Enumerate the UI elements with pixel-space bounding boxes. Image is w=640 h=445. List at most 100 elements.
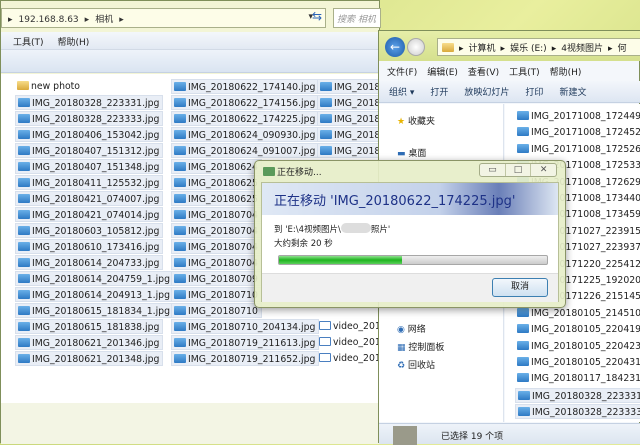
file-item[interactable]: IMG_20180624_091007.jpg — [171, 143, 320, 158]
file-item[interactable]: IMG_20180704 — [171, 207, 262, 222]
file-item[interactable]: IMG_2018 — [317, 127, 379, 142]
file-item[interactable]: IMG_20180615_181838.jpg — [15, 319, 164, 334]
file-item[interactable]: IMG_20180603_105812.jpg — [15, 223, 164, 238]
refresh-icon[interactable]: ⇆ — [308, 9, 326, 27]
menu-bar: 文件(F) 编辑(E) 查看(V) 工具(T) 帮助(H) — [379, 63, 640, 79]
file-name: IMG_2018 — [334, 82, 379, 93]
file-item[interactable]: IMG_20180621_201348.jpg — [15, 351, 164, 366]
file-item[interactable]: IMG_20180421_074014.jpg — [15, 207, 164, 222]
breadcrumb-subfolder[interactable]: 何 — [617, 44, 626, 54]
file-item[interactable]: IMG_20180622_174225.jpg — [171, 111, 320, 126]
file-item[interactable]: IMG_20180105_220431.jpg — [515, 355, 640, 370]
file-item[interactable]: IMG_20180710_204134.jpg — [171, 319, 320, 334]
close-button[interactable]: ✕ — [531, 164, 556, 176]
search-input[interactable]: 搜索 相机 — [333, 8, 381, 28]
sidebar-item[interactable]: ♻ 回收站 — [397, 358, 435, 371]
file-item[interactable]: IMG_20171008_172452.jpg — [515, 125, 640, 140]
menu-item[interactable]: 编辑(E) — [427, 68, 458, 78]
star-icon: ★ — [397, 117, 408, 127]
file-item[interactable]: IMG_20180719_211652.jpg — [171, 351, 320, 366]
file-item[interactable]: IMG_20180614_204913_1.jpg — [15, 287, 174, 302]
file-name: IMG_20180621_201346.jpg — [32, 338, 160, 349]
file-item[interactable]: new photo — [15, 79, 83, 94]
file-item[interactable]: IMG_20180625 — [171, 191, 262, 206]
file-item[interactable]: IMG_20180328_223333.jpg — [515, 404, 640, 420]
jpg-file-icon — [18, 162, 30, 171]
sidebar-item[interactable]: ▦ 控制面板 — [397, 340, 444, 353]
menu-item[interactable]: 查看(V) — [468, 68, 499, 78]
destination-prefix: 到 'E:\4视频图片\ — [274, 225, 341, 235]
file-item[interactable]: IMG_20180328_223331.jpg — [15, 95, 164, 110]
file-item[interactable]: IMG_2018 — [317, 79, 379, 94]
sidebar-item[interactable]: ★ 收藏夹 — [397, 114, 435, 127]
toolbar-button[interactable]: 组织 ▾ — [389, 88, 414, 98]
file-item[interactable]: IMG_20180117_184231_B — [515, 371, 640, 386]
toolbar-button[interactable]: 打开 — [430, 88, 448, 98]
file-item[interactable]: video_201 — [317, 319, 379, 334]
jpg-file-icon — [518, 390, 530, 400]
file-name: IMG_20180603_105812.jpg — [32, 226, 160, 237]
file-item[interactable]: IMG_20180624_090930.jpg — [171, 127, 320, 142]
jpg-file-icon — [517, 340, 529, 350]
file-item[interactable]: IMG_20180406_153042.jpg — [15, 127, 164, 142]
file-item[interactable]: IMG_20180710 — [171, 287, 262, 302]
address-bar[interactable]: ▸ 计算机 ▸ 娱乐 (E:) ▸ 4视频图片 ▸ 何 — [437, 38, 640, 56]
file-name: IMG_20180105_220431.jpg — [531, 357, 640, 368]
file-item[interactable]: IMG_20180710 — [171, 303, 262, 318]
breadcrumb-computer[interactable]: 计算机 — [469, 44, 496, 54]
menu-help[interactable]: 帮助(H) — [58, 38, 90, 48]
breadcrumb-folder[interactable]: 4视频图片 — [561, 44, 603, 54]
sidebar-item[interactable]: ▬ 桌面 — [397, 146, 426, 159]
cancel-button[interactable]: 取消 — [492, 278, 548, 297]
file-item[interactable]: IMG_20171008_172526.jpg — [515, 142, 640, 157]
menu-item[interactable]: 工具(T) — [509, 68, 540, 78]
file-item[interactable]: IMG_20180407_151312.jpg — [15, 143, 164, 158]
file-item[interactable]: video_201 — [317, 351, 379, 366]
file-item[interactable]: IMG_20180615_181834_1.jpg — [15, 303, 174, 318]
file-item[interactable]: IMG_20180105_220419.jpg — [515, 322, 640, 337]
file-item[interactable]: IMG_20180614_204733.jpg — [15, 255, 164, 270]
menu-item[interactable]: 帮助(H) — [550, 68, 582, 78]
file-item[interactable]: IMG_20180407_151348.jpg — [15, 159, 164, 174]
scrollbar-area[interactable] — [1, 403, 381, 444]
forward-icon[interactable] — [407, 38, 425, 56]
file-item[interactable]: IMG_20180421_074007.jpg — [15, 191, 164, 206]
file-item[interactable]: IMG_2018 — [317, 95, 379, 110]
file-item[interactable]: video_201 — [317, 335, 379, 350]
file-item[interactable]: IMG_20180704 — [171, 239, 262, 254]
menu-tools[interactable]: 工具(T) — [13, 38, 44, 48]
file-item[interactable]: IMG_20180621_201346.jpg — [15, 335, 164, 350]
file-item[interactable]: IMG_20180704 — [171, 223, 262, 238]
menu-item[interactable]: 文件(F) — [387, 68, 417, 78]
file-item[interactable]: IMG_2018 — [317, 111, 379, 126]
maximize-button[interactable]: □ — [506, 164, 532, 176]
back-icon[interactable]: ← — [385, 37, 405, 57]
file-item[interactable]: IMG_20180328_223331.jpg — [515, 387, 640, 403]
breadcrumb-drive[interactable]: 娱乐 (E:) — [510, 44, 547, 54]
file-item[interactable]: IMG_20180625 — [171, 175, 262, 190]
file-item[interactable]: IMG_20180105_214510.jpg — [515, 306, 640, 321]
file-item[interactable]: IMG_20180704 — [171, 255, 262, 270]
file-item[interactable]: IMG_20180624 — [171, 159, 262, 174]
file-item[interactable]: IMG_20180328_223333.jpg — [15, 111, 164, 126]
file-item[interactable]: IMG_20180622_174156.jpg — [171, 95, 320, 110]
file-item[interactable]: IMG_2018 — [317, 143, 379, 158]
sidebar-item[interactable]: ◉ 网络 — [397, 322, 426, 335]
file-item[interactable]: IMG_20180614_204759_1.jpg — [15, 271, 174, 286]
file-item[interactable]: IMG_20180709 — [171, 271, 262, 286]
toolbar-button[interactable]: 打印 — [525, 88, 543, 98]
file-item[interactable]: IMG_20180105_220423.jpg — [515, 339, 640, 354]
breadcrumb-camera[interactable]: 相机 — [95, 15, 113, 25]
jpg-file-icon — [18, 130, 30, 139]
file-item[interactable]: IMG_20180622_174140.jpg — [171, 79, 320, 94]
toolbar-button[interactable]: 放映幻灯片 — [464, 88, 509, 98]
file-item[interactable]: IMG_20180719_211613.jpg — [171, 335, 320, 350]
address-bar[interactable]: ▸ 192.168.8.63 ▸ 相机 ▸ ▾ — [1, 8, 326, 28]
file-item[interactable]: IMG_20180411_125532.jpg — [15, 175, 164, 190]
file-item[interactable]: IMG_20171008_172449.jpg — [515, 109, 640, 124]
minimize-button[interactable]: ▭ — [480, 164, 506, 176]
toolbar-button[interactable]: 新建文 — [559, 88, 586, 98]
breadcrumb-ip[interactable]: 192.168.8.63 — [19, 15, 79, 25]
file-item[interactable]: IMG_20180610_173416.jpg — [15, 239, 164, 254]
file-name: IMG_20180105_214510.jpg — [531, 307, 640, 319]
